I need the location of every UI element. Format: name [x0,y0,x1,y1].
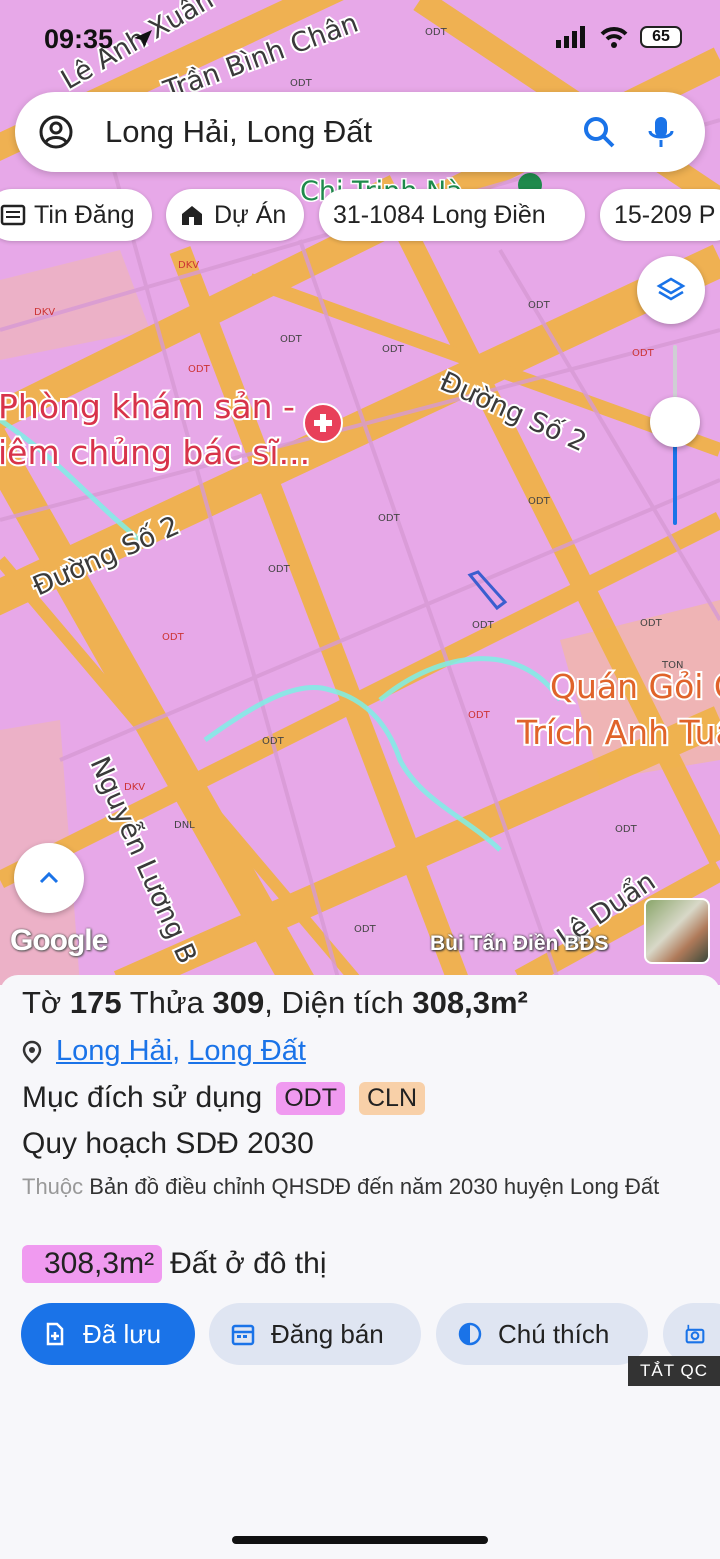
status-time: 09:35 [44,24,114,54]
signal-icon [556,26,585,48]
location-pin-icon [22,1040,42,1064]
calendar-icon [231,1324,255,1346]
svg-text:ODT: ODT [262,736,285,747]
purpose-tag-cln: CLN [359,1081,426,1115]
svg-text:ODT: ODT [615,824,638,835]
file-add-icon [46,1322,64,1346]
chip-long-dien[interactable]: 31-1084 Long Điền [319,189,585,241]
building-icon [182,206,202,225]
layers-button[interactable] [637,256,705,324]
contrast-icon [458,1322,482,1346]
purpose-tag-odt: ODT [276,1081,345,1115]
svg-text:ODT: ODT [188,364,211,375]
search-icon[interactable] [581,114,617,150]
zoom-slider-fill [673,445,677,525]
svg-text:ODT: ODT [468,710,491,721]
location-link-district[interactable]: Long Đất [188,1035,306,1068]
add-photo-icon [685,1324,705,1344]
legend-button[interactable]: Chú thích [436,1303,648,1365]
chevron-up-icon [39,871,59,884]
svg-text:Quán Gỏi C: Quán Gỏi C [550,667,720,706]
search-bar[interactable]: Long Hải, Long Đất [15,92,705,172]
owner-avatar[interactable] [644,898,710,964]
svg-text:ODT: ODT [632,348,655,359]
expand-panel-button[interactable] [14,843,84,913]
action-buttons: Đã lưu Đăng bán Chú thích [0,1303,720,1367]
parcel-title: Tờ 175 Thửa 309, Diện tích 308,3m² [22,985,528,1020]
svg-text:iêm chủng bác sĩ...: iêm chủng bác sĩ... [0,433,310,472]
status-icons: 65 [556,26,682,48]
zone-area-tag: 308,3m² [22,1245,163,1283]
chip-du-an[interactable]: Dự Án [166,189,304,241]
chip-tin-dang[interactable]: Tin Đăng [0,189,152,241]
zone-area-row: 308,3m² Đất ở đô thị [22,1245,326,1283]
microphone-icon[interactable] [643,114,679,150]
svg-text:ODT: ODT [268,564,291,575]
parcel-info-panel: Tờ 175 Thửa 309, Diện tích 308,3m² Long … [0,975,720,1559]
svg-text:ODT: ODT [382,344,405,355]
land-use-purpose: Mục đích sử dụng ODT CLN [22,1081,426,1115]
svg-text:ODT: ODT [162,632,185,643]
wifi-icon [600,27,628,48]
location-arrow-icon [134,30,152,48]
svg-text:DKV: DKV [178,260,199,271]
chip-next[interactable]: 15-209 P [600,189,720,241]
svg-text:ODT: ODT [280,334,303,345]
zone-description: Đất ở đô thị [170,1247,327,1280]
svg-text:ODT: ODT [354,924,377,935]
post-for-sale-button[interactable]: Đăng bán [209,1303,421,1365]
filter-chips: Tin Đăng Dự Án 31-1084 Long Điền 15-209 … [0,189,720,243]
svg-text:DKV: DKV [34,307,55,318]
account-icon[interactable] [39,115,73,149]
hospital-pin-icon [303,403,343,443]
svg-text:ODT: ODT [472,620,495,631]
layers-icon [656,277,686,301]
parcel-location: Long Hải, Long Đất [22,1035,306,1068]
svg-text:ODT: ODT [378,513,401,524]
plan-title: Quy hoạch SDĐ 2030 [22,1127,314,1160]
owner-watermark: Bùi Tấn Điền BĐS [430,932,609,955]
plan-source: Thuộc Bản đồ điều chỉnh QHSDĐ đến năm 20… [22,1174,660,1199]
google-attribution: Google [10,924,108,957]
svg-text:ODT: ODT [290,78,313,89]
status-bar: 09:35 65 [0,22,720,62]
zoom-slider-thumb[interactable] [650,397,700,447]
svg-text:ODT: ODT [528,496,551,507]
svg-text:Trích Anh Tuấ: Trích Anh Tuấ [516,713,720,752]
battery-icon: 65 [640,26,682,48]
svg-text:ODT: ODT [640,618,663,629]
list-icon [0,204,26,226]
svg-text:Phòng khám sản -: Phòng khám sản - [0,387,295,426]
svg-text:ODT: ODT [528,300,551,311]
svg-text:DNL: DNL [174,820,195,831]
home-indicator[interactable] [232,1536,488,1544]
ad-off-button[interactable]: TẮT QC [628,1356,720,1386]
location-link-ward[interactable]: Long Hải [56,1035,172,1068]
search-query[interactable]: Long Hải, Long Đất [105,114,581,150]
saved-button[interactable]: Đã lưu [21,1303,195,1365]
